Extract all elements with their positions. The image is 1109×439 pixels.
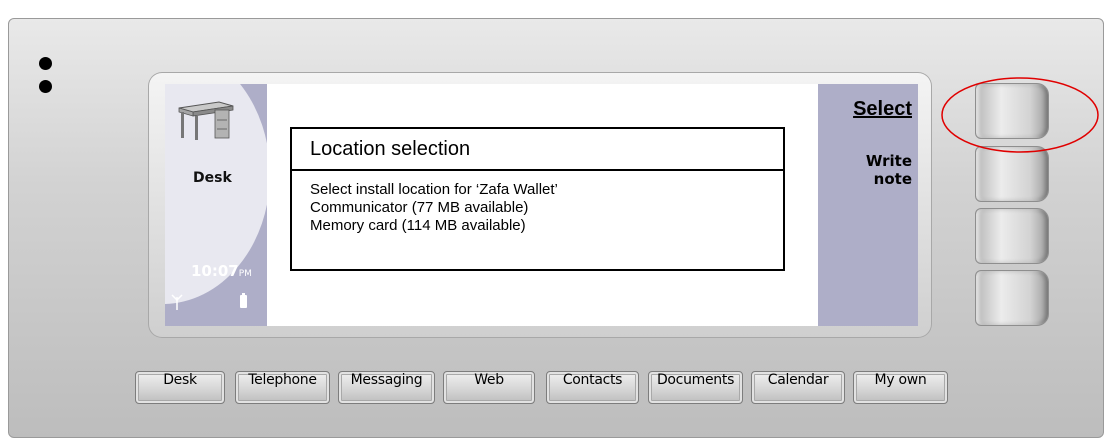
- dialog-title: Location selection: [292, 129, 783, 171]
- dialog-prompt: Select install location for ‘Zafa Wallet…: [310, 181, 558, 198]
- led-dot-top: [39, 57, 52, 70]
- softkey-panel: Select Write note: [818, 84, 918, 326]
- clock: 10:07PM: [191, 262, 252, 280]
- app-button-calendar-label: Calendar: [767, 372, 829, 388]
- softkey-button-3[interactable]: [975, 208, 1049, 264]
- app-button-documents[interactable]: Documents: [648, 371, 743, 404]
- location-option-communicator[interactable]: Communicator (77 MB available): [310, 199, 765, 217]
- app-button-documents-label: Documents: [656, 372, 735, 388]
- screen: Desk 10:07PM Select Write note Location …: [165, 84, 918, 326]
- signal-icon: [171, 294, 183, 310]
- panel-title: Desk: [193, 170, 232, 186]
- left-status-panel: Desk 10:07PM: [165, 84, 267, 326]
- location-option-memory-card[interactable]: Memory card (114 MB available): [310, 217, 765, 235]
- app-button-telephone[interactable]: Telephone: [235, 371, 330, 404]
- write-note-softkey-label[interactable]: Write note: [832, 152, 912, 188]
- location-selection-dialog: Location selection Select install locati…: [290, 127, 785, 271]
- desk-icon: [178, 101, 234, 140]
- softkey-button-4[interactable]: [975, 270, 1049, 326]
- app-button-desk[interactable]: Desk: [135, 371, 225, 404]
- clock-ampm: PM: [238, 269, 252, 279]
- app-button-my-own-label: My own: [874, 372, 927, 388]
- clock-time: 10:07: [191, 262, 239, 280]
- app-button-web[interactable]: Web: [443, 371, 535, 404]
- led-dot-bottom: [39, 80, 52, 93]
- app-button-my-own[interactable]: My own: [853, 371, 948, 404]
- app-button-desk-label: Desk: [163, 372, 197, 388]
- app-button-messaging-label: Messaging: [350, 372, 423, 388]
- battery-icon: [240, 293, 247, 308]
- select-softkey-label[interactable]: Select: [853, 98, 912, 121]
- app-button-calendar[interactable]: Calendar: [751, 371, 845, 404]
- app-button-telephone-label: Telephone: [248, 372, 317, 388]
- highlight-ellipse: [941, 77, 1099, 153]
- app-button-contacts[interactable]: Contacts: [546, 371, 639, 404]
- dialog-body: Select install location for ‘Zafa Wallet…: [292, 171, 783, 245]
- app-button-messaging[interactable]: Messaging: [338, 371, 435, 404]
- app-button-web-label: Web: [474, 372, 504, 388]
- app-button-contacts-label: Contacts: [562, 372, 623, 388]
